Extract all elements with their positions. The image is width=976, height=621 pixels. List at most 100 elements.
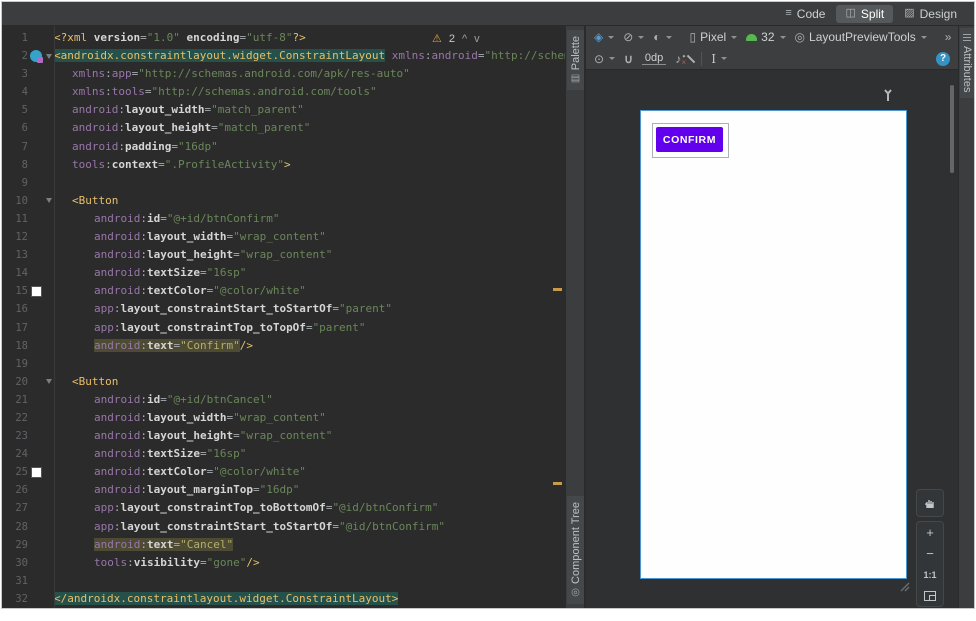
zoom-reset-button[interactable]: 1:1: [917, 564, 943, 585]
pan-tool-button[interactable]: [916, 489, 944, 517]
code-line[interactable]: 25 android:textColor="@color/white": [2, 463, 565, 481]
code-token: :: [113, 302, 121, 316]
code-line[interactable]: 18 android:text="Confirm"/>: [2, 337, 565, 355]
code-line[interactable]: 32 </androidx.constraintlayout.widget.Con…: [2, 590, 565, 608]
orientation-button[interactable]: ⊘: [623, 31, 645, 43]
code-token: textColor: [146, 465, 207, 479]
design-surface[interactable]: CONFIRM + − 1:1: [586, 71, 958, 608]
code-token: layout_height: [146, 429, 234, 443]
code-token: layout_height: [146, 248, 234, 262]
inspection-widget[interactable]: ⚠ 2 ^ v: [432, 32, 480, 46]
device-name: Pixel: [700, 30, 727, 44]
code-line[interactable]: 27 app:layout_constraintTop_toBottomOf="@…: [2, 499, 565, 517]
component-tree-tab[interactable]: Component Tree ◎: [567, 496, 584, 604]
design-scrollbar[interactable]: [950, 85, 954, 173]
code-token: layout_width: [146, 410, 227, 424]
help-button[interactable]: ?: [936, 51, 950, 66]
code-token: <?xml: [54, 31, 94, 44]
code-token: android: [431, 49, 478, 63]
layers-icon: ◈: [594, 30, 604, 44]
code-token: xmlns: [72, 67, 106, 81]
device-selector[interactable]: ▯ Pixel: [690, 30, 738, 44]
error-stripe-mark[interactable]: [553, 482, 562, 485]
editor-mode-bar: ≡ Code ◫ Split ▨ Design: [2, 2, 974, 26]
clear-constraints-button[interactable]: ♪: [675, 53, 686, 67]
code-token: "gone": [206, 555, 247, 569]
palette-tab[interactable]: Palette ▤: [567, 30, 584, 91]
code-line[interactable]: 14 android:textSize="16sp": [2, 264, 565, 282]
code-line[interactable]: 2 <androidx.constraintlayout.widget.Const…: [2, 47, 565, 65]
code-line[interactable]: 10 <Button: [2, 192, 565, 210]
code-line[interactable]: 16 app:layout_constraintStart_toStartOf="…: [2, 300, 565, 318]
zoom-out-button[interactable]: −: [917, 543, 943, 564]
night-mode-button[interactable]: ◐: [653, 31, 672, 43]
code-line[interactable]: 31: [2, 572, 565, 590]
code-line[interactable]: 11 android:id="@+id/btnConfirm": [2, 210, 565, 228]
infer-constraints-button[interactable]: [686, 54, 696, 64]
code-line[interactable]: 17 app:layout_constraintTop_toTopOf="pare…: [2, 319, 565, 337]
api-selector[interactable]: 32: [746, 30, 786, 44]
line-number: 13: [15, 249, 28, 262]
mode-tab-label: Code: [796, 6, 826, 21]
code-token: :: [105, 157, 112, 171]
attributes-tab[interactable]: Attributes: [960, 28, 974, 99]
code-line[interactable]: 22 android:layout_width="wrap_content": [2, 409, 565, 427]
code-token: "16dp": [177, 139, 218, 153]
color-swatch[interactable]: [30, 285, 42, 297]
overflow-button[interactable]: »: [945, 31, 952, 43]
class-icon[interactable]: [30, 50, 43, 64]
mode-tab-split[interactable]: ◫ Split: [836, 4, 894, 23]
code-token: app: [111, 67, 132, 81]
code-line[interactable]: 12 android:layout_width="wrap_content": [2, 228, 565, 246]
mode-tab-code[interactable]: ≡ Code: [776, 5, 834, 23]
mode-tab-design[interactable]: ▨ Design: [895, 5, 966, 23]
code-token: android: [94, 483, 141, 497]
device-preview-canvas[interactable]: CONFIRM: [640, 110, 907, 579]
code-line[interactable]: 29 android:text="Cancel": [2, 536, 565, 554]
code-token: =: [199, 266, 207, 280]
code-line[interactable]: 9: [2, 174, 565, 192]
code-token: "Confirm": [180, 338, 240, 352]
default-margins-button[interactable]: 0dp: [641, 52, 667, 65]
line-number: 18: [15, 339, 28, 352]
code-line[interactable]: 7 android:padding="16dp": [2, 138, 565, 156]
code-token: tools: [72, 157, 106, 171]
code-line[interactable]: 21 android:id="@+id/btnCancel": [2, 391, 565, 409]
code-line[interactable]: 1 <?xml version="1.0" encoding="utf-8"?>: [2, 29, 565, 47]
autoconnect-button[interactable]: ∪: [624, 53, 633, 65]
code-line[interactable]: 13 android:layout_height="wrap_content": [2, 246, 565, 264]
code-line[interactable]: 5 android:layout_width="match_parent": [2, 101, 565, 119]
resize-handle[interactable]: [898, 579, 910, 597]
text-tool-button[interactable]: I: [711, 52, 727, 66]
code-line[interactable]: 30 tools:visibility="gone"/>: [2, 554, 565, 572]
palette-icon: ▤: [570, 73, 581, 85]
color-swatch[interactable]: [30, 466, 42, 478]
code-line[interactable]: 26 android:layout_marginTop="16dp": [2, 481, 565, 499]
zoom-to-fit-button[interactable]: [917, 585, 943, 606]
code-line[interactable]: 3 xmlns:app="http://schemas.android.com/a…: [2, 65, 565, 83]
code-line[interactable]: 6 android:layout_height="match_parent": [2, 119, 565, 137]
code-line[interactable]: 19: [2, 355, 565, 373]
preview-confirm-button[interactable]: CONFIRM: [656, 127, 723, 152]
fold-arrow-icon[interactable]: [46, 198, 52, 204]
fold-arrow-icon[interactable]: [46, 379, 52, 385]
fold-arrow-icon[interactable]: [46, 53, 52, 59]
code-line[interactable]: 4 xmlns:tools="http://schemas.android.com…: [2, 83, 565, 101]
next-issue-button[interactable]: v: [474, 33, 480, 45]
design-surface-button[interactable]: ◈: [594, 30, 615, 44]
theme-selector[interactable]: ◎ LayoutPreviewTools: [795, 30, 927, 44]
error-stripe-mark[interactable]: [553, 288, 562, 291]
code-line[interactable]: 24 android:textSize="16sp": [2, 445, 565, 463]
zoom-in-button[interactable]: +: [917, 522, 943, 543]
view-options-button[interactable]: ⊙: [594, 53, 616, 65]
prev-issue-button[interactable]: ^: [462, 33, 467, 45]
code-line[interactable]: 28 app:layout_constraintStart_toStartOf="…: [2, 518, 565, 536]
code-line[interactable]: 23 android:layout_height="wrap_content": [2, 427, 565, 445]
code-line[interactable]: 8 tools:context=".ProfileActivity">: [2, 156, 565, 174]
code-token: android: [94, 338, 141, 352]
code-line[interactable]: 15 android:textColor="@color/white": [2, 282, 565, 300]
code-line[interactable]: 20 <Button: [2, 373, 565, 391]
code-editor[interactable]: 1 <?xml version="1.0" encoding="utf-8"?> 2…: [2, 26, 565, 608]
wrench-icon[interactable]: [882, 89, 894, 107]
code-token: :: [118, 103, 125, 117]
